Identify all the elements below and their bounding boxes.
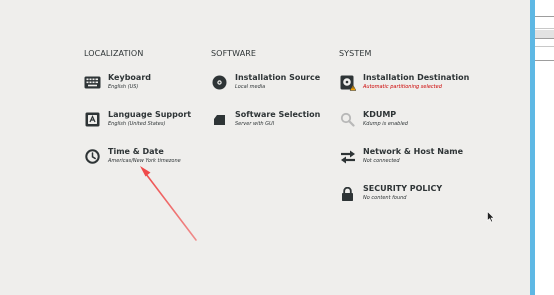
time-date-spoke-title: Time & Date [108, 147, 164, 156]
installation-summary-screen: LOCALIZATION Keyboard English (US) Langu… [0, 0, 554, 295]
security-policy-spoke-title: SECURITY POLICY [363, 184, 443, 193]
keyboard-spoke-status: English (US) [108, 84, 139, 90]
software-heading: SOFTWARE [211, 49, 257, 58]
clock-icon [84, 148, 101, 165]
kdump-spoke[interactable]: KDUMP Kdump is enabled [339, 110, 408, 128]
mouse-cursor-icon [487, 211, 495, 223]
software-selection-spoke-status: Server with GUI [235, 121, 275, 127]
security-policy-spoke[interactable]: SECURITY POLICY No content found [339, 184, 442, 202]
installation-destination-spoke-title: Installation Destination [363, 73, 470, 82]
installation-source-spoke-status: Local media [235, 84, 266, 90]
installation-source-spoke[interactable]: Installation Source Local media [211, 73, 320, 91]
language-support-spoke-status: English (United States) [108, 121, 166, 127]
spokes-area: LOCALIZATION Keyboard English (US) Langu… [0, 0, 530, 295]
time-date-spoke-status: Americas/New York timezone [108, 158, 181, 164]
language-support-spoke[interactable]: Language Support English (United States) [84, 110, 191, 128]
search-icon [339, 111, 356, 128]
language-icon [84, 111, 101, 128]
network-hostname-spoke-status: Not connected [363, 158, 400, 164]
kdump-spoke-status: Kdump is enabled [363, 121, 408, 127]
network-hostname-spoke[interactable]: Network & Host Name Not connected [339, 147, 463, 165]
keyboard-icon [84, 74, 101, 91]
network-arrows-icon [339, 148, 356, 165]
package-icon [211, 111, 228, 128]
installation-destination-spoke-status: Automatic partitioning selected [363, 84, 442, 90]
localization-heading: LOCALIZATION [84, 49, 144, 58]
software-selection-spoke[interactable]: Software Selection Server with GUI [211, 110, 320, 128]
software-selection-spoke-title: Software Selection [235, 110, 321, 119]
system-heading: SYSTEM [339, 49, 372, 58]
lock-icon [339, 185, 356, 202]
kdump-spoke-title: KDUMP [363, 110, 397, 119]
installation-source-spoke-title: Installation Source [235, 73, 321, 82]
network-hostname-spoke-title: Network & Host Name [363, 147, 464, 156]
keyboard-spoke[interactable]: Keyboard English (US) [84, 73, 151, 91]
hard-drive-warning-icon [339, 74, 356, 91]
installation-destination-spoke[interactable]: Installation Destination Automatic parti… [339, 73, 469, 91]
language-support-spoke-title: Language Support [108, 110, 192, 119]
security-policy-spoke-status: No content found [363, 195, 407, 201]
time-date-spoke[interactable]: Time & Date Americas/New York timezone [84, 147, 181, 165]
background-window-panel [535, 0, 554, 295]
disc-icon [211, 74, 228, 91]
keyboard-spoke-title: Keyboard [108, 73, 151, 82]
